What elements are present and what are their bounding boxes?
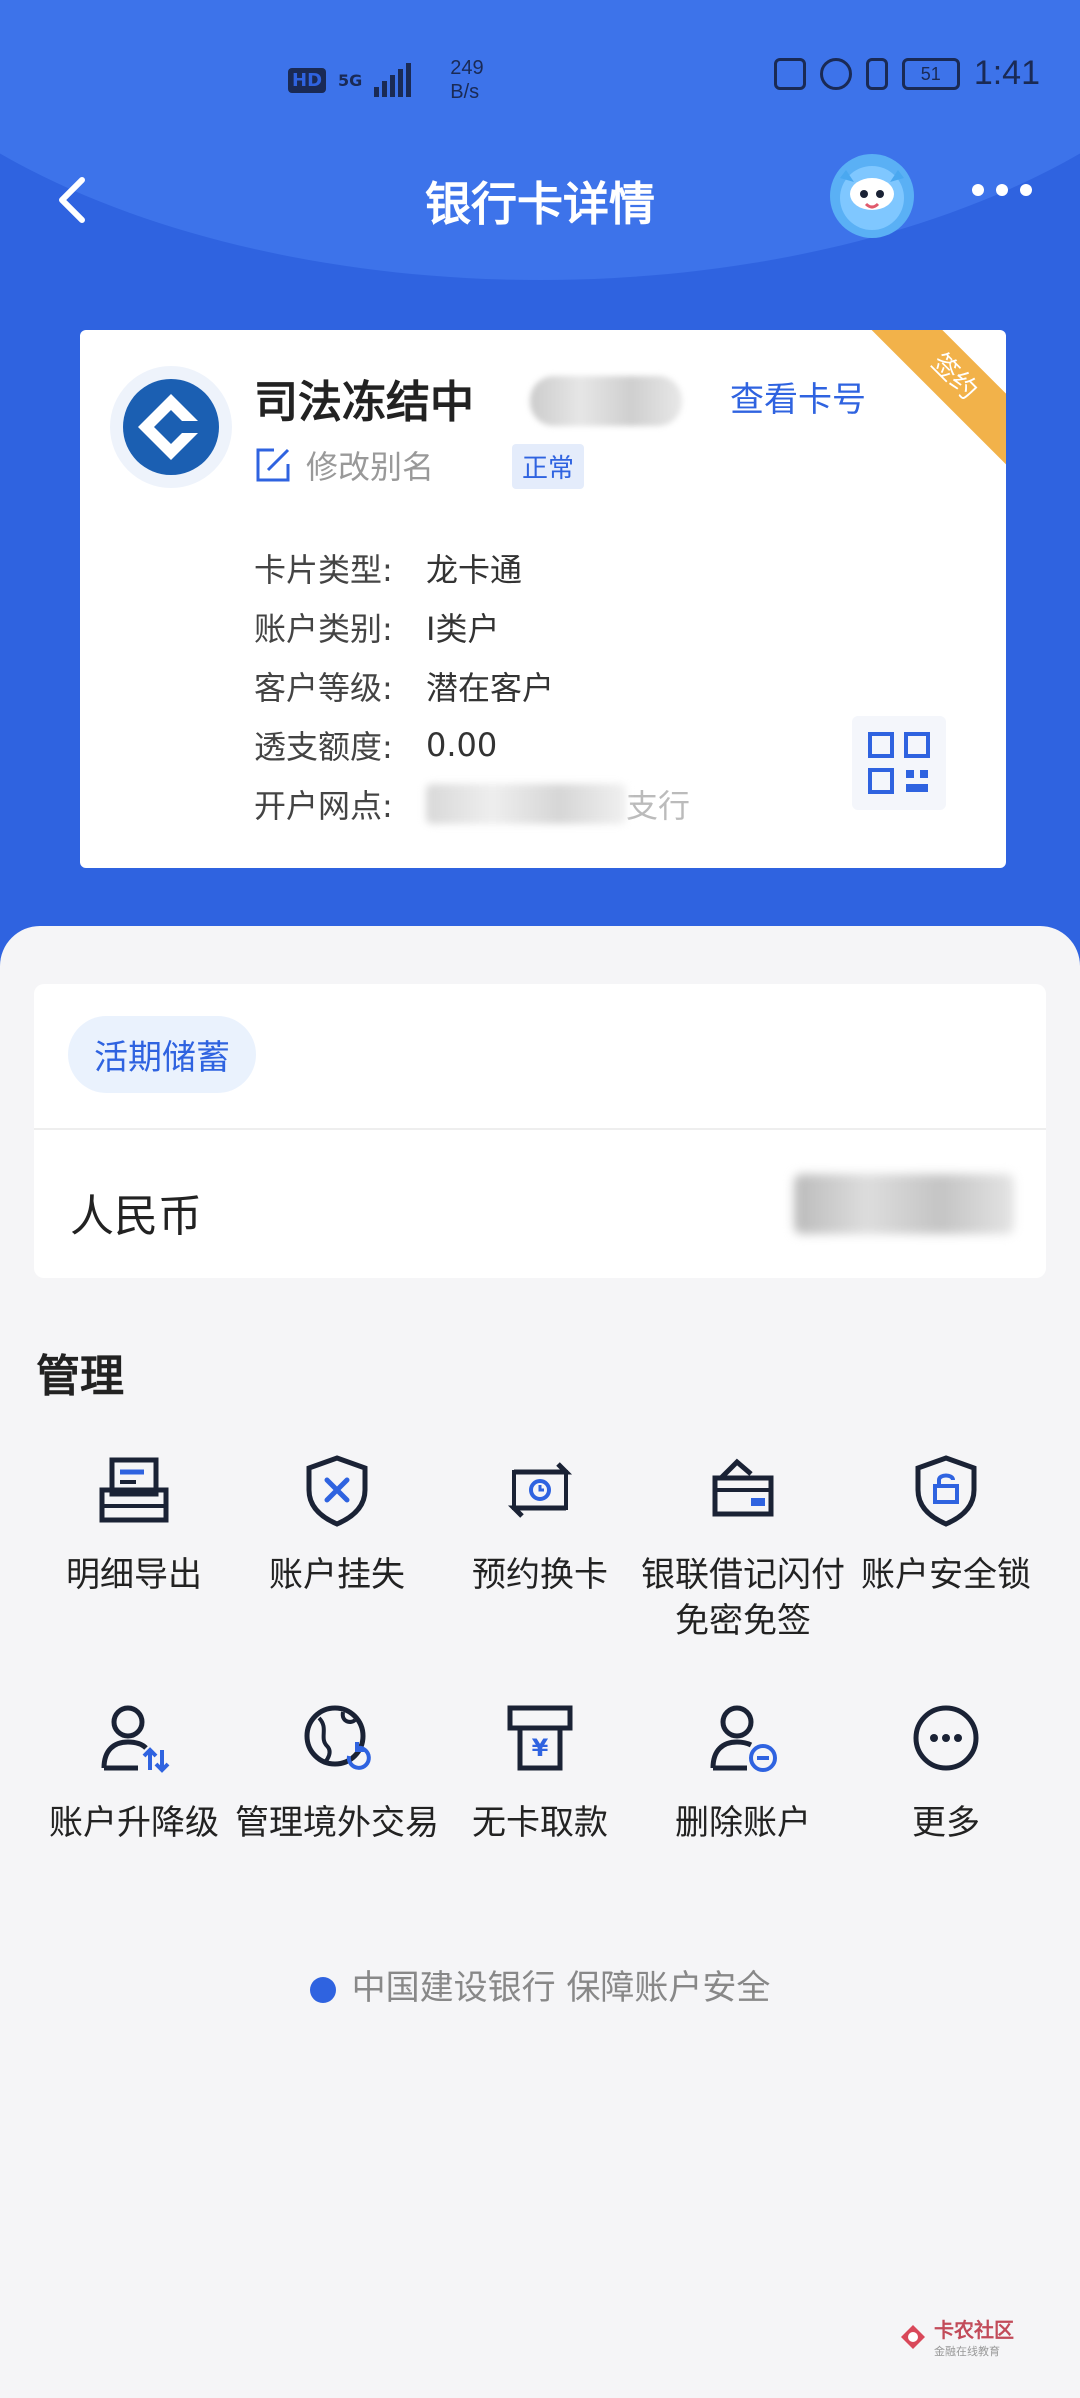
status-right: 51 1:41 (773, 54, 1040, 93)
vibrate-icon (865, 57, 888, 90)
watermark-title: 卡农社区 (934, 2318, 1014, 2342)
menu-item-delete-account[interactable]: 删除账户 (641, 1698, 845, 1846)
ccb-logo-icon (110, 366, 232, 488)
menu-item-label: 预约换卡 (472, 1555, 608, 1595)
edit-alias-button[interactable]: 修改别名 (252, 442, 434, 488)
more-menu-icon[interactable] (972, 184, 1032, 196)
card-info-row: 客户等级: 潜在客户 (254, 656, 690, 715)
info-value: 潜在客户 (426, 668, 555, 707)
globe-refresh-icon (297, 1698, 377, 1778)
card-swap-icon (500, 1450, 580, 1530)
page-title: 银行卡详情 (425, 177, 655, 231)
battery-icon: 51 (901, 57, 960, 90)
watermark-box: 卡农社区 金融在线教育 (898, 2314, 1018, 2359)
footer-security-note: 中国建设银行 保障账户安全 (0, 1960, 1080, 2009)
watermark-logo-icon (901, 2324, 925, 2349)
ccb-small-logo-icon (309, 1976, 336, 2003)
status-left: HD 5G 249 B/s (288, 56, 484, 104)
info-key: 透支额度: (254, 727, 393, 766)
menu-item-label: 更多 (912, 1803, 980, 1843)
info-key: 开户网点: (254, 786, 393, 825)
edit-icon (256, 448, 290, 482)
signal-icon (374, 63, 438, 97)
info-value: 0.00 (426, 725, 498, 764)
view-card-number-link[interactable]: 查看卡号 (730, 372, 866, 421)
account-type-pill[interactable]: 活期储蓄 (68, 1016, 256, 1093)
watermark: 卡农社区 金融在线教育 (898, 2314, 1018, 2358)
section-title: 管理 (36, 1351, 124, 1402)
signed-ribbon: 签约 (858, 330, 1006, 473)
menu-item-label: 账户安全锁 (861, 1555, 1031, 1595)
menu-item-label: 管理境外交易 (235, 1803, 439, 1843)
watermark-subtitle: 金融在线教育 (934, 2345, 1000, 2358)
menu-item-label: 银联借记闪付免密免签 (641, 1555, 845, 1641)
atm-icon: ¥ (500, 1698, 580, 1778)
divider (34, 1128, 1046, 1130)
assistant-avatar[interactable] (830, 154, 914, 238)
info-value: 支行 (626, 786, 691, 825)
info-key: 客户等级: (254, 668, 393, 707)
menu-item-upgrade[interactable]: 账户升降级 (32, 1698, 236, 1846)
menu-item-label: 删除账户 (675, 1803, 811, 1843)
card-info-row: 账户类别: I类户 (254, 597, 690, 656)
menu-item-label: 账户升降级 (49, 1803, 219, 1843)
svg-text:¥: ¥ (532, 1734, 549, 1762)
account-panel: 活期储蓄 人民币 (34, 984, 1046, 1278)
alarm-icon (819, 57, 852, 90)
card-name: 司法冻结中 (254, 377, 474, 428)
speed-value: 249 (450, 57, 484, 79)
more-circle-icon (906, 1698, 986, 1778)
menu-item-security-lock[interactable]: 账户安全锁 (844, 1450, 1048, 1598)
menu-item-quickpass[interactable]: 银联借记闪付免密免签 (641, 1450, 845, 1644)
user-updown-icon (94, 1698, 174, 1778)
menu-item-overseas[interactable]: 管理境外交易 (235, 1698, 439, 1846)
bank-card: 签约 司法冻结中 查看卡号 修改别名 正常 卡片类型: 龙卡通 账户类别: I类… (80, 330, 1006, 868)
network-speed: 249 B/s (450, 56, 483, 104)
user-remove-icon (703, 1698, 783, 1778)
nfc-icon (773, 57, 806, 90)
qr-code-icon[interactable] (852, 716, 946, 810)
speed-unit: B/s (450, 81, 480, 103)
shield-x-icon (297, 1450, 377, 1530)
info-value: I类户 (426, 609, 500, 648)
masked-branch (426, 783, 626, 824)
menu-item-more[interactable]: 更多 (844, 1698, 1048, 1846)
clock: 1:41 (973, 54, 1040, 92)
nav-bar: 银行卡详情 (0, 150, 1080, 250)
network-label: 5G (338, 70, 363, 90)
currency-label: 人民币 (70, 1191, 202, 1242)
card-info-row: 开户网点: 支行 (254, 774, 690, 833)
menu-item-label: 无卡取款 (472, 1803, 608, 1843)
status-badge: 正常 (512, 444, 585, 489)
menu-item-card-swap[interactable]: 预约换卡 (438, 1450, 642, 1598)
hd-icon: HD (288, 67, 327, 93)
footer-text: 中国建设银行 保障账户安全 (351, 1968, 771, 2008)
menu-item-report-loss[interactable]: 账户挂失 (235, 1450, 439, 1598)
card-info-list: 卡片类型: 龙卡通 账户类别: I类户 客户等级: 潜在客户 透支额度: 0.0… (254, 538, 690, 833)
info-value: 龙卡通 (426, 550, 523, 589)
menu-item-label: 账户挂失 (269, 1555, 405, 1595)
info-key: 卡片类型: (254, 550, 393, 589)
menu-item-label: 明细导出 (66, 1555, 202, 1595)
card-info-row: 透支额度: 0.00 (254, 715, 690, 774)
card-hand-icon (703, 1450, 783, 1530)
masked-balance (794, 1174, 1014, 1234)
menu-item-export[interactable]: 明细导出 (32, 1450, 236, 1598)
masked-card-suffix (530, 376, 682, 426)
edit-alias-label: 修改别名 (306, 448, 435, 486)
info-key: 账户类别: (254, 609, 393, 648)
card-info-row: 卡片类型: 龙卡通 (254, 538, 690, 597)
export-detail-icon (94, 1450, 174, 1530)
menu-item-cardless-withdraw[interactable]: ¥ 无卡取款 (438, 1698, 642, 1846)
shield-lock-icon (906, 1450, 986, 1530)
status-bar: HD 5G 249 B/s 51 1:41 (0, 48, 1080, 108)
